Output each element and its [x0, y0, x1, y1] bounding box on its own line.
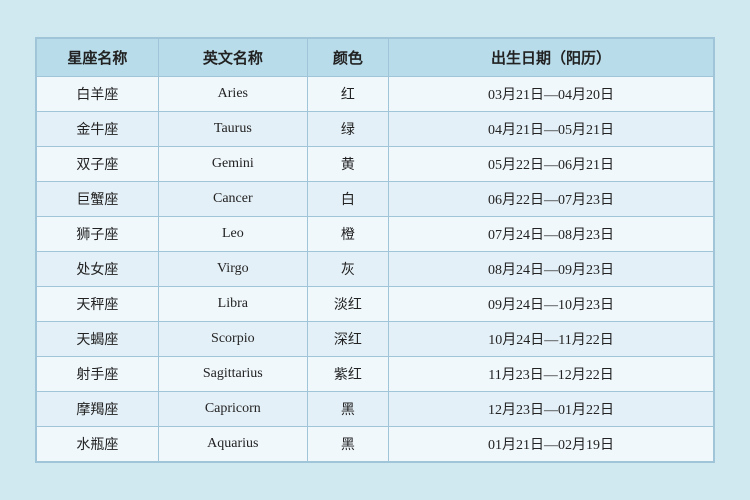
cell-color: 淡红 — [307, 287, 388, 322]
table-row: 金牛座Taurus绿04月21日—05月21日 — [37, 112, 714, 147]
cell-english: Libra — [158, 287, 307, 322]
cell-english: Cancer — [158, 182, 307, 217]
table-row: 水瓶座Aquarius黑01月21日—02月19日 — [37, 427, 714, 462]
cell-chinese: 白羊座 — [37, 77, 159, 112]
table-row: 双子座Gemini黄05月22日—06月21日 — [37, 147, 714, 182]
cell-chinese: 双子座 — [37, 147, 159, 182]
cell-date: 03月21日—04月20日 — [389, 77, 714, 112]
zodiac-table-wrapper: 星座名称 英文名称 颜色 出生日期（阳历） 白羊座Aries红03月21日—04… — [35, 37, 715, 463]
table-header-row: 星座名称 英文名称 颜色 出生日期（阳历） — [37, 39, 714, 77]
cell-chinese: 巨蟹座 — [37, 182, 159, 217]
cell-color: 黑 — [307, 427, 388, 462]
table-row: 巨蟹座Cancer白06月22日—07月23日 — [37, 182, 714, 217]
table-row: 处女座Virgo灰08月24日—09月23日 — [37, 252, 714, 287]
cell-date: 01月21日—02月19日 — [389, 427, 714, 462]
cell-color: 白 — [307, 182, 388, 217]
cell-chinese: 天蝎座 — [37, 322, 159, 357]
table-row: 白羊座Aries红03月21日—04月20日 — [37, 77, 714, 112]
table-row: 射手座Sagittarius紫红11月23日—12月22日 — [37, 357, 714, 392]
cell-chinese: 金牛座 — [37, 112, 159, 147]
cell-color: 深红 — [307, 322, 388, 357]
cell-chinese: 摩羯座 — [37, 392, 159, 427]
cell-english: Capricorn — [158, 392, 307, 427]
cell-english: Virgo — [158, 252, 307, 287]
cell-color: 绿 — [307, 112, 388, 147]
cell-color: 灰 — [307, 252, 388, 287]
cell-date: 11月23日—12月22日 — [389, 357, 714, 392]
cell-color: 红 — [307, 77, 388, 112]
header-color: 颜色 — [307, 39, 388, 77]
cell-english: Aries — [158, 77, 307, 112]
cell-date: 04月21日—05月21日 — [389, 112, 714, 147]
header-chinese: 星座名称 — [37, 39, 159, 77]
table-row: 狮子座Leo橙07月24日—08月23日 — [37, 217, 714, 252]
cell-color: 黑 — [307, 392, 388, 427]
cell-date: 07月24日—08月23日 — [389, 217, 714, 252]
cell-chinese: 水瓶座 — [37, 427, 159, 462]
cell-date: 09月24日—10月23日 — [389, 287, 714, 322]
cell-english: Gemini — [158, 147, 307, 182]
cell-english: Taurus — [158, 112, 307, 147]
cell-english: Leo — [158, 217, 307, 252]
cell-chinese: 狮子座 — [37, 217, 159, 252]
cell-chinese: 处女座 — [37, 252, 159, 287]
cell-date: 05月22日—06月21日 — [389, 147, 714, 182]
cell-english: Aquarius — [158, 427, 307, 462]
cell-chinese: 射手座 — [37, 357, 159, 392]
cell-color: 紫红 — [307, 357, 388, 392]
cell-date: 12月23日—01月22日 — [389, 392, 714, 427]
cell-date: 10月24日—11月22日 — [389, 322, 714, 357]
cell-chinese: 天秤座 — [37, 287, 159, 322]
table-row: 天秤座Libra淡红09月24日—10月23日 — [37, 287, 714, 322]
table-row: 摩羯座Capricorn黑12月23日—01月22日 — [37, 392, 714, 427]
table-row: 天蝎座Scorpio深红10月24日—11月22日 — [37, 322, 714, 357]
cell-english: Scorpio — [158, 322, 307, 357]
header-date: 出生日期（阳历） — [389, 39, 714, 77]
cell-color: 橙 — [307, 217, 388, 252]
cell-date: 06月22日—07月23日 — [389, 182, 714, 217]
cell-date: 08月24日—09月23日 — [389, 252, 714, 287]
cell-color: 黄 — [307, 147, 388, 182]
zodiac-table: 星座名称 英文名称 颜色 出生日期（阳历） 白羊座Aries红03月21日—04… — [36, 38, 714, 462]
cell-english: Sagittarius — [158, 357, 307, 392]
header-english: 英文名称 — [158, 39, 307, 77]
